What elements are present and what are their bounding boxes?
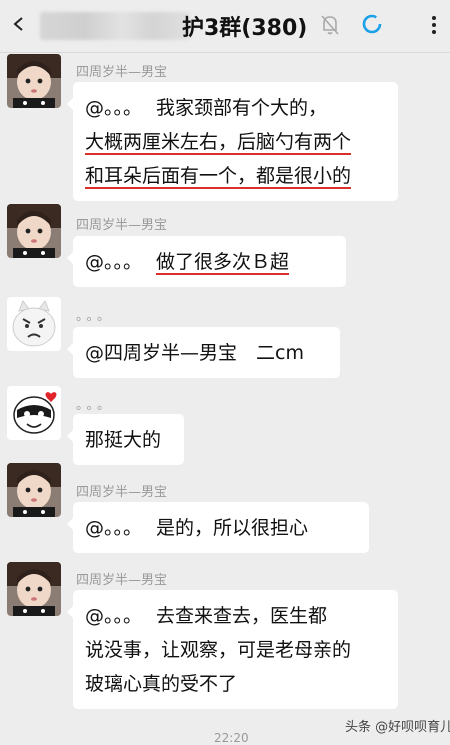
avatar[interactable]: [7, 386, 61, 440]
watermark: 头条 @好呗呗育儿: [345, 720, 450, 735]
bell-muted-icon[interactable]: [320, 14, 340, 36]
message-bubble[interactable]: @。。。 我家颈部有个大的， 大概两厘米左右，后脑勺有两个 和耳朵后面有一个，都是…: [67, 82, 398, 201]
mention[interactable]: @。。。: [85, 251, 142, 273]
chat-title: 护3群(380): [182, 16, 308, 41]
message-text: 那挺大的: [85, 429, 162, 451]
sender-name: 。。。: [76, 398, 115, 413]
avatar[interactable]: [7, 297, 61, 351]
chat-header: 护3群(380): [0, 0, 450, 53]
message-text: 做了很多次Ｂ超: [156, 251, 290, 273]
message-bubble[interactable]: @四周岁半—男宝 二cm: [67, 327, 340, 378]
mention[interactable]: @。。。: [85, 97, 142, 119]
mention[interactable]: @。。。: [85, 517, 142, 539]
message-bubble[interactable]: 那挺大的: [67, 414, 184, 465]
sender-name: 四周岁半—男宝: [76, 573, 168, 588]
message-line: 和耳朵后面有一个，都是很小的: [85, 165, 352, 187]
sender-name: 四周岁半—男宝: [76, 485, 168, 500]
avatar[interactable]: [7, 562, 61, 616]
message-text: @四周岁半—男宝 二cm: [85, 342, 304, 364]
sender-name: 四周岁半—男宝: [76, 218, 168, 233]
avatar[interactable]: [7, 204, 61, 258]
sender-name: 四周岁半—男宝: [76, 65, 168, 80]
avatar[interactable]: [7, 54, 61, 108]
ring-icon[interactable]: [361, 13, 383, 35]
message-line: 大概两厘米左右，后脑勺有两个: [85, 131, 352, 153]
message-bubble[interactable]: @。。。 是的，所以很担心: [67, 502, 369, 553]
more-vertical-icon[interactable]: [424, 14, 444, 36]
sender-name: 。。。: [76, 309, 115, 324]
back-arrow-icon[interactable]: [12, 17, 26, 31]
message-bubble[interactable]: @。。。 做了很多次Ｂ超: [67, 236, 346, 287]
message-line: 玻璃心真的受不了: [85, 673, 238, 695]
message-text: 是的，所以很担心: [156, 517, 309, 539]
message-bubble[interactable]: @。。。 去查来查去，医生都 说没事，让观察，可是老母亲的 玻璃心真的受不了: [67, 590, 398, 709]
message-line: 说没事，让观察，可是老母亲的: [85, 639, 352, 661]
timestamp: 22:20: [214, 731, 249, 745]
mention[interactable]: @。。。: [85, 605, 142, 627]
group-name-blurred: [40, 12, 190, 40]
avatar[interactable]: [7, 463, 61, 517]
